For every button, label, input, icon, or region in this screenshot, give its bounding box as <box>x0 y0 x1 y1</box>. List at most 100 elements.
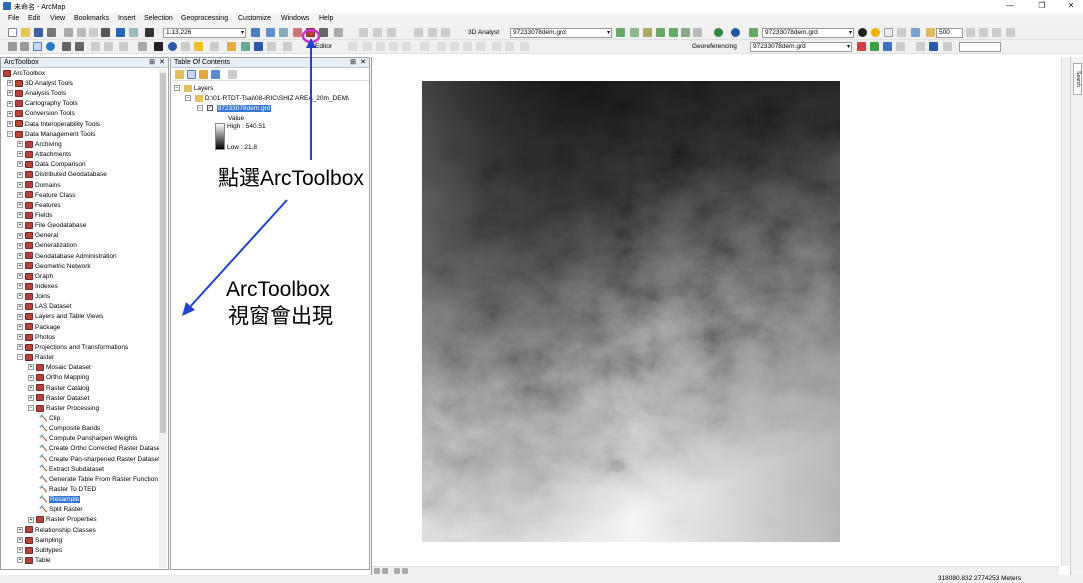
edit-vertices-icon[interactable] <box>373 28 382 37</box>
arctoolbox-icon[interactable] <box>306 28 315 37</box>
expand-icon[interactable]: + <box>17 334 23 341</box>
interpolate-line-icon[interactable] <box>669 28 678 37</box>
go-to-xy-icon[interactable] <box>254 42 263 51</box>
rotate-data-frame-icon[interactable] <box>943 42 952 51</box>
expand-icon[interactable]: + <box>17 232 23 239</box>
editor-toolbar-icon[interactable] <box>251 28 260 37</box>
trace-icon[interactable] <box>389 42 398 51</box>
expand-icon[interactable]: + <box>17 283 23 290</box>
zoom-in-fixed-icon[interactable] <box>966 28 975 37</box>
create-features-icon[interactable] <box>520 42 529 51</box>
add-data-icon[interactable] <box>145 28 154 37</box>
toolbox-item[interactable]: + Archiving <box>17 140 62 150</box>
toolbox-tool-item[interactable]: 🔨Raster To DTED <box>39 485 96 495</box>
expand-icon[interactable]: + <box>17 202 23 209</box>
menu-insert[interactable]: Insert <box>118 15 136 22</box>
line-of-sight-icon[interactable] <box>643 28 652 37</box>
arcglobe-icon[interactable] <box>731 28 740 37</box>
expand-icon[interactable]: + <box>17 293 23 300</box>
zoom-in-icon[interactable] <box>8 42 17 51</box>
fit-to-display-icon[interactable] <box>979 28 988 37</box>
toolbox-tool-item[interactable]: 🔨Generate Table From Raster Function <box>39 475 158 485</box>
save-icon[interactable] <box>34 28 43 37</box>
map-vertical-scrollbar[interactable] <box>1061 57 1070 566</box>
toolbox-tool-item[interactable]: 🔨Composite Bands <box>39 424 100 434</box>
toolbox-item[interactable]: + Indexes <box>17 282 58 292</box>
collapse-icon[interactable]: − <box>7 131 13 138</box>
interpolate-point-icon[interactable] <box>656 28 665 37</box>
toolbox-item[interactable]: + Geodatabase Administration <box>17 252 117 262</box>
expand-icon[interactable]: + <box>17 262 23 269</box>
model-builder-icon[interactable] <box>334 28 343 37</box>
menu-file[interactable]: File <box>8 15 19 22</box>
toolbox-item[interactable]: + Layers and Table Views <box>17 312 103 322</box>
cut-polygon-icon[interactable] <box>428 28 437 37</box>
clear-selection-icon[interactable] <box>138 42 147 51</box>
toolbox-root[interactable]: ArcToolbox <box>3 69 45 79</box>
find-icon[interactable] <box>227 42 236 51</box>
fixed-zoom-in-icon[interactable] <box>62 42 71 51</box>
layer-visibility-checkbox[interactable]: ✓ <box>206 105 213 112</box>
expand-icon[interactable]: + <box>17 313 23 320</box>
expand-icon[interactable]: + <box>17 212 23 219</box>
toolbox-tool-item[interactable]: 🔨 Resample <box>39 495 81 505</box>
list-by-selection-icon[interactable] <box>211 70 220 79</box>
toolbox-item[interactable]: + Geometric Network <box>17 262 91 272</box>
toolbox-item[interactable]: + Joins <box>17 292 50 302</box>
toc-options-icon[interactable] <box>228 70 237 79</box>
cut-icon[interactable] <box>64 28 73 37</box>
hyperlink-icon[interactable] <box>194 42 203 51</box>
toolbox-item[interactable]: + Raster Dataset <box>28 394 89 404</box>
search-tab[interactable]: Search <box>1073 63 1082 95</box>
toolbox-item[interactable]: + Fields <box>17 211 52 221</box>
layers-row[interactable]: − Layers <box>174 84 213 94</box>
view-link-table-icon[interactable] <box>916 42 925 51</box>
data-view-icon[interactable] <box>374 568 380 574</box>
expand-icon[interactable]: + <box>17 557 23 564</box>
menu-bookmarks[interactable]: Bookmarks <box>74 15 109 22</box>
toolbox-item[interactable]: + Cartography Tools <box>7 99 78 109</box>
expand-icon[interactable]: + <box>28 516 34 523</box>
brightness-icon[interactable] <box>871 28 880 37</box>
collapse-icon[interactable]: − <box>197 105 203 112</box>
expand-icon[interactable]: + <box>28 374 34 381</box>
toolbox-item[interactable]: + Domains <box>17 181 61 191</box>
menu-edit[interactable]: Edit <box>28 15 40 22</box>
minimize-button[interactable]: — <box>1000 1 1020 11</box>
expand-icon[interactable]: + <box>7 90 13 97</box>
zoom-resolution-input[interactable]: 500 <box>936 28 963 38</box>
toolbox-tool-item[interactable]: 🔨Clip <box>39 414 60 424</box>
transparency-icon[interactable] <box>884 28 893 37</box>
expand-icon[interactable]: + <box>17 303 23 310</box>
pan-icon[interactable] <box>33 42 42 51</box>
reshape-feature-icon[interactable] <box>437 42 446 51</box>
contrast-icon[interactable] <box>858 28 867 37</box>
image-analysis-icon[interactable] <box>911 28 920 37</box>
toolbox-tool-item[interactable]: 🔨Extract Subdataset <box>39 465 104 475</box>
toolbox-item[interactable]: + Table <box>17 556 51 566</box>
expand-icon[interactable]: + <box>28 384 34 391</box>
toolbox-item[interactable]: + Package <box>17 323 60 333</box>
close-panel-icon[interactable]: ✕ <box>360 58 366 67</box>
select-features-icon[interactable] <box>119 42 128 51</box>
refresh-icon[interactable] <box>394 568 400 574</box>
layout-view-icon[interactable] <box>382 568 388 574</box>
toolbox-item[interactable]: + Projections and Transformations <box>17 343 128 353</box>
collapse-icon[interactable]: − <box>28 405 34 412</box>
maximize-button[interactable]: ❐ <box>1032 1 1052 11</box>
rotation-angle-input[interactable] <box>959 42 1001 52</box>
html-popup-icon[interactable] <box>181 42 190 51</box>
expand-icon[interactable]: + <box>17 323 23 330</box>
redo-icon[interactable] <box>129 28 138 37</box>
delete-icon[interactable] <box>101 28 110 37</box>
3d-analyst-layer-combo[interactable]: 97233078dem.grd ▾ <box>510 28 612 38</box>
toolbox-item[interactable]: + General <box>17 231 58 241</box>
measure-icon[interactable] <box>210 42 219 51</box>
toolbox-item[interactable]: − Raster <box>17 353 54 363</box>
close-button[interactable]: ✕ <box>1061 1 1081 11</box>
folder-row[interactable]: − D:\01-RTDT-Tsai\08-iRIC\SHIZ AREA_20m_… <box>185 94 349 104</box>
list-by-visibility-icon[interactable] <box>199 70 208 79</box>
search-window-icon[interactable] <box>293 28 302 37</box>
split-tool-icon[interactable] <box>441 28 450 37</box>
profile-graph-icon[interactable] <box>693 28 702 37</box>
